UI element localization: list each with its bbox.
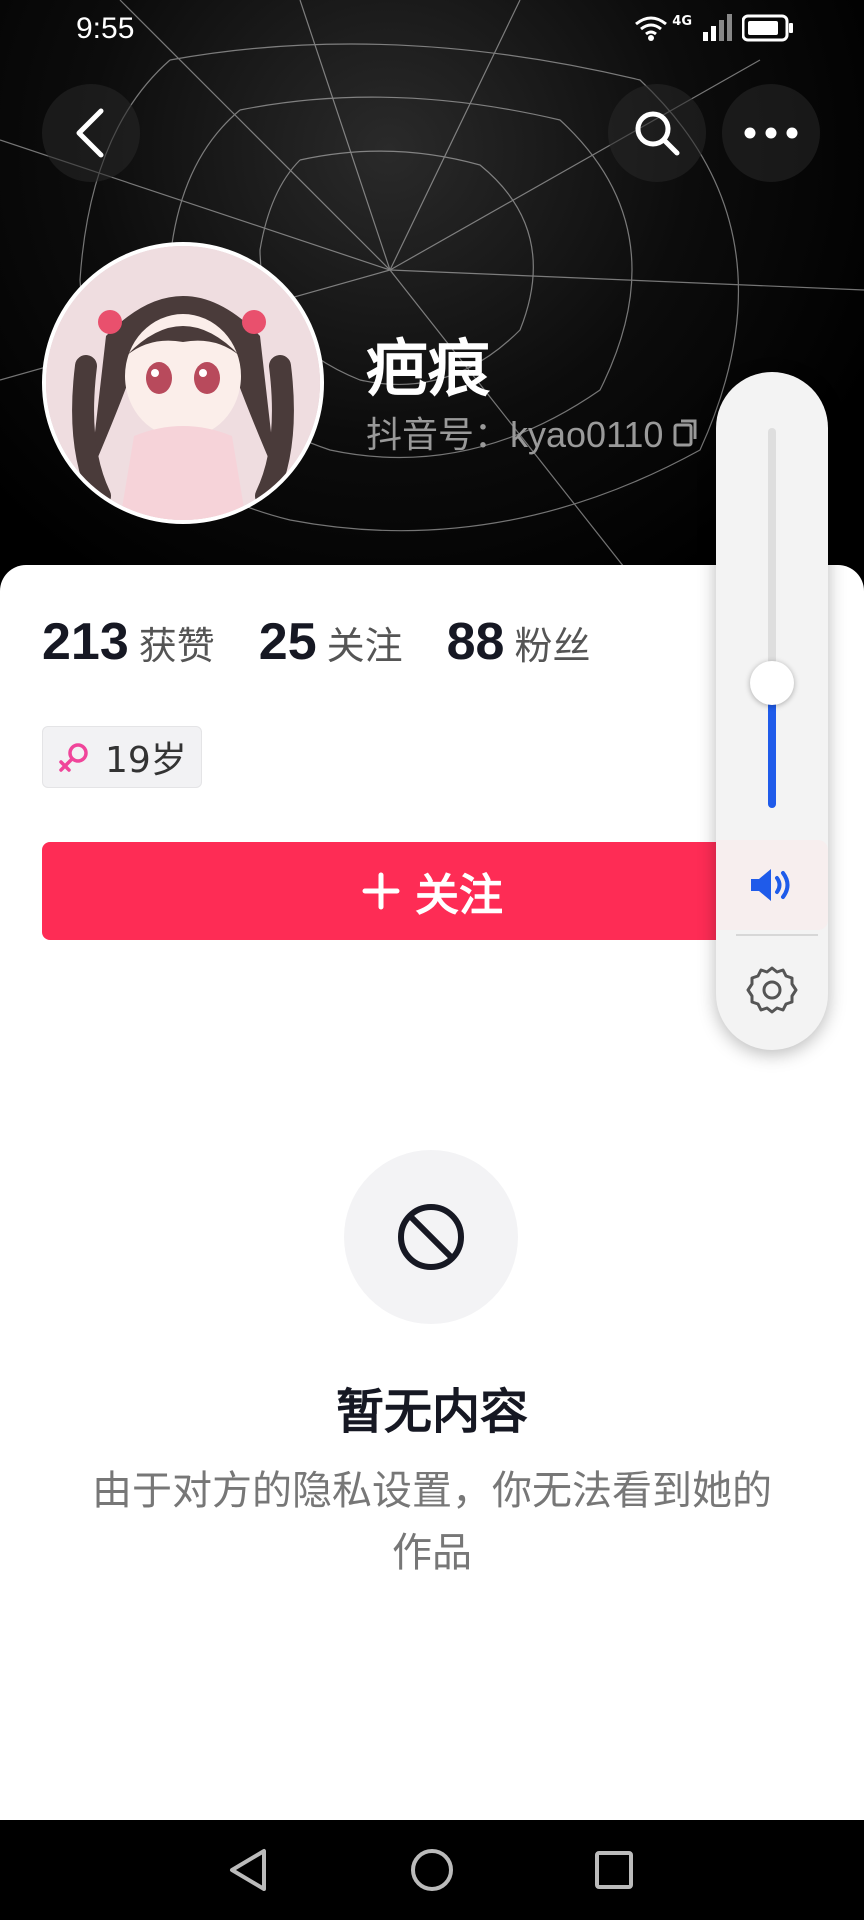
copy-icon[interactable] (673, 417, 699, 447)
system-nav-bar (0, 1820, 864, 1920)
age-label: 19岁 (105, 740, 187, 781)
empty-state-description: 由于对方的隐私设置，你无法看到她的作品 (92, 1468, 772, 1576)
more-dots-icon (744, 127, 798, 139)
empty-state-icon-container (344, 1150, 518, 1324)
stat-following[interactable]: 25 关注 (259, 612, 403, 672)
search-icon (635, 111, 680, 156)
volume-panel-divider (736, 934, 818, 936)
douyin-id-text: 抖音号：kyao0110 (366, 414, 664, 455)
female-icon (59, 743, 88, 772)
stats-row: 213 获赞 25 关注 88 粉丝 (42, 612, 591, 672)
volume-slider-knob[interactable] (750, 661, 794, 705)
signal-icon (703, 14, 732, 41)
speaker-icon (751, 869, 790, 901)
stat-likes-label: 获赞 (138, 624, 215, 668)
follow-button[interactable]: 关注 (42, 842, 822, 940)
stat-followers-value: 88 (446, 613, 505, 671)
back-button[interactable] (42, 84, 140, 182)
nav-back-button[interactable] (218, 1842, 278, 1898)
empty-state-title: 暂无内容 (335, 1384, 528, 1440)
status-time: 9:55 (76, 12, 135, 45)
douyin-id-row[interactable]: 抖音号：kyao0110 (366, 406, 699, 458)
volume-panel (716, 372, 828, 1050)
stat-following-label: 关注 (326, 624, 403, 668)
square-recents-icon (595, 1851, 633, 1889)
avatar[interactable] (42, 242, 324, 524)
chevron-left-icon (76, 108, 104, 158)
nav-recents-button[interactable] (584, 1842, 644, 1898)
search-button[interactable] (608, 84, 706, 182)
stat-followers[interactable]: 88 粉丝 (447, 612, 591, 672)
triangle-back-icon (230, 1849, 266, 1891)
plus-icon (362, 872, 400, 910)
follow-button-label: 关注 (415, 870, 503, 921)
network-type-label: 4G (672, 13, 692, 29)
wifi-icon (635, 16, 668, 41)
nav-home-button[interactable] (402, 1842, 462, 1898)
stat-likes[interactable]: 213 获赞 (42, 612, 215, 672)
stat-following-value: 25 (258, 613, 317, 671)
more-button[interactable] (722, 84, 820, 182)
battery-icon (742, 14, 793, 42)
blocked-icon (398, 1204, 464, 1270)
profile-nickname: 疤痕 (366, 332, 491, 405)
volume-settings-button[interactable] (716, 950, 828, 1030)
status-icons: 4G (634, 14, 794, 42)
gear-icon (746, 966, 798, 1014)
stat-followers-label: 粉丝 (514, 624, 591, 668)
stat-likes-value: 213 (42, 613, 129, 671)
gender-age-tag: 19岁 (42, 726, 202, 788)
volume-mute-button[interactable] (716, 840, 828, 930)
circle-home-icon (411, 1849, 453, 1891)
status-bar: 9:55 4G (0, 0, 864, 64)
avatar-image (46, 246, 320, 520)
